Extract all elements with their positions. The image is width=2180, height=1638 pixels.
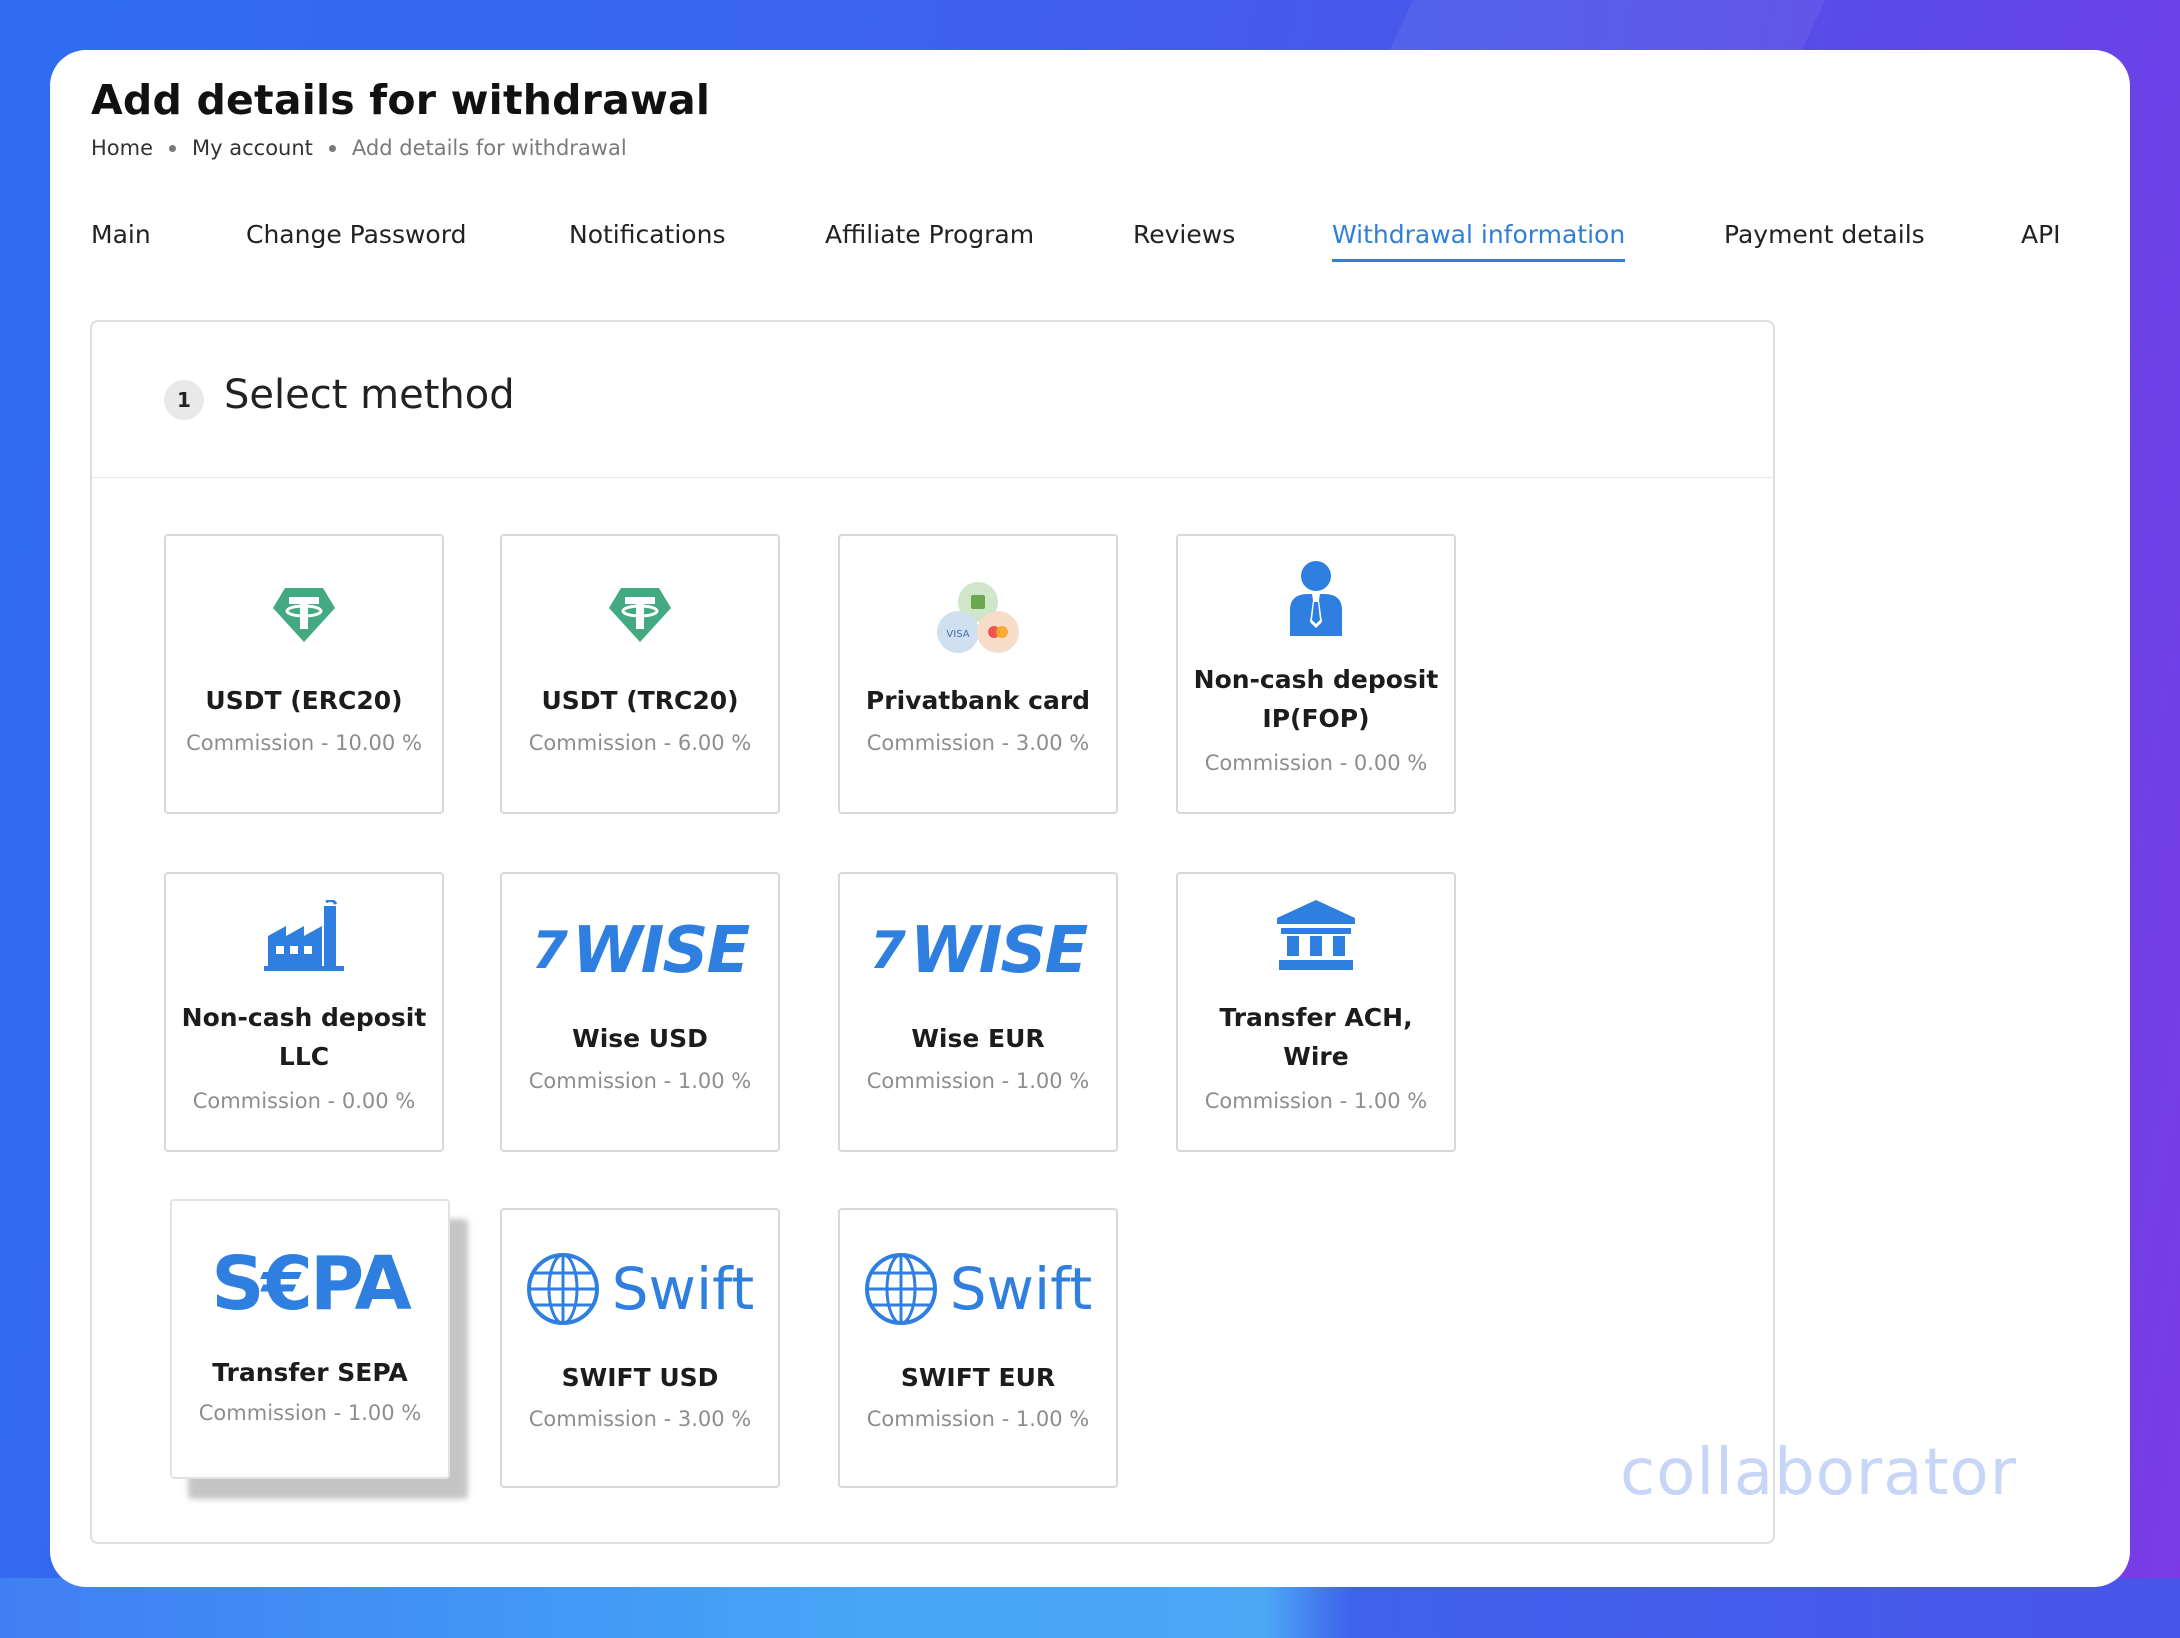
wise-logo-icon: 7 WISE bbox=[531, 914, 750, 988]
breadcrumb-home[interactable]: Home bbox=[91, 136, 153, 160]
swift-logo-icon: Swift bbox=[840, 1252, 1116, 1326]
tab-affiliate-program[interactable]: Affiliate Program bbox=[825, 220, 1034, 259]
method-label: Wise EUR bbox=[911, 1024, 1045, 1053]
method-label-line2: LLC bbox=[278, 1042, 330, 1071]
wise-logo-icon: 7 WISE bbox=[869, 914, 1088, 988]
tether-icon bbox=[166, 584, 442, 646]
method-label: USDT (TRC20) bbox=[541, 686, 739, 715]
method-tile-transfer-sepa[interactable]: S€PA Transfer SEPA Commission - 1.00 % bbox=[170, 1199, 450, 1479]
method-tile-wise-eur[interactable]: 7 WISE Wise EUR Commission - 1.00 % bbox=[838, 872, 1118, 1152]
method-label: Privatbank card bbox=[865, 686, 1091, 715]
svg-text:VISA: VISA bbox=[946, 629, 969, 640]
tab-reviews[interactable]: Reviews bbox=[1133, 220, 1235, 259]
method-commission: Commission - 6.00 % bbox=[528, 731, 752, 755]
method-tile-transfer-ach-wire[interactable]: Transfer ACH, Wire Commission - 1.00 % bbox=[1176, 872, 1456, 1152]
page-title: Add details for withdrawal bbox=[91, 76, 711, 124]
method-commission: Commission - 1.00 % bbox=[866, 1407, 1090, 1431]
method-commission: Commission - 0.00 % bbox=[192, 1089, 416, 1113]
method-label: SWIFT USD bbox=[561, 1363, 719, 1392]
breadcrumb: Home My account Add details for withdraw… bbox=[91, 136, 627, 160]
method-label: Non-cash deposit LLC bbox=[176, 998, 432, 1076]
method-commission: Commission - 3.00 % bbox=[866, 731, 1090, 755]
breadcrumb-separator bbox=[169, 144, 177, 152]
tab-main[interactable]: Main bbox=[91, 220, 151, 259]
step-title: Select method bbox=[224, 372, 515, 418]
method-commission: Commission - 0.00 % bbox=[1204, 751, 1428, 775]
method-label: Non-cash deposit IP(FOP) bbox=[1188, 660, 1444, 738]
method-label: Wise USD bbox=[572, 1024, 708, 1053]
breadcrumb-current: Add details for withdrawal bbox=[351, 136, 627, 160]
select-method-panel: 1 Select method USDT (ERC20) Commission … bbox=[90, 320, 1775, 1544]
method-tile-usdt-erc20[interactable]: USDT (ERC20) Commission - 10.00 % bbox=[164, 534, 444, 814]
swift-logo-icon: Swift bbox=[502, 1252, 778, 1326]
tab-api[interactable]: API bbox=[2021, 220, 2061, 259]
account-tabs: Main Change Password Notifications Affil… bbox=[91, 220, 2111, 270]
bank-icon bbox=[1178, 900, 1454, 970]
method-tile-usdt-trc20[interactable]: USDT (TRC20) Commission - 6.00 % bbox=[500, 534, 780, 814]
method-tile-swift-usd[interactable]: Swift SWIFT USD Commission - 3.00 % bbox=[500, 1208, 780, 1488]
breadcrumb-my-account[interactable]: My account bbox=[192, 136, 313, 160]
method-tile-wise-usd[interactable]: 7 WISE Wise USD Commission - 1.00 % bbox=[500, 872, 780, 1152]
background-bottom-band bbox=[0, 1578, 2180, 1638]
method-commission: Commission - 1.00 % bbox=[866, 1069, 1090, 1093]
step-number-badge: 1 bbox=[164, 380, 204, 420]
method-tile-non-cash-ip-fop[interactable]: Non-cash deposit IP(FOP) Commission - 0.… bbox=[1176, 534, 1456, 814]
method-label-line1: Non-cash deposit bbox=[181, 1003, 427, 1032]
main-card: Add details for withdrawal Home My accou… bbox=[50, 50, 2130, 1587]
method-commission: Commission - 1.00 % bbox=[528, 1069, 752, 1093]
sepa-logo-icon: S€PA bbox=[211, 1241, 411, 1327]
method-label-line1: Transfer ACH, bbox=[1219, 1003, 1413, 1032]
method-commission: Commission - 1.00 % bbox=[198, 1401, 422, 1425]
method-label-line1: Non-cash deposit bbox=[1193, 665, 1439, 694]
factory-icon bbox=[166, 900, 442, 972]
method-label: SWIFT EUR bbox=[900, 1363, 1056, 1392]
card-icon: VISA bbox=[840, 580, 1116, 656]
method-label: USDT (ERC20) bbox=[205, 686, 403, 715]
panel-header: 1 Select method bbox=[92, 322, 1773, 478]
tab-notifications[interactable]: Notifications bbox=[569, 220, 725, 259]
method-tile-swift-eur[interactable]: Swift SWIFT EUR Commission - 1.00 % bbox=[838, 1208, 1118, 1488]
globe-icon bbox=[864, 1253, 937, 1325]
method-commission: Commission - 10.00 % bbox=[186, 731, 422, 755]
tab-withdrawal-information[interactable]: Withdrawal information bbox=[1332, 220, 1626, 262]
method-label: Transfer ACH, Wire bbox=[1188, 998, 1444, 1076]
method-label-line2: Wire bbox=[1283, 1042, 1349, 1071]
method-label: Transfer SEPA bbox=[212, 1358, 408, 1387]
method-label-line2: IP(FOP) bbox=[1262, 704, 1370, 733]
tab-change-password[interactable]: Change Password bbox=[246, 220, 466, 259]
person-icon bbox=[1178, 560, 1454, 636]
method-tile-non-cash-llc[interactable]: Non-cash deposit LLC Commission - 0.00 % bbox=[164, 872, 444, 1152]
globe-icon bbox=[526, 1253, 599, 1325]
tether-icon bbox=[502, 584, 778, 646]
method-tile-privatbank-card[interactable]: VISA Privatbank card Commission - 3.00 % bbox=[838, 534, 1118, 814]
breadcrumb-separator bbox=[328, 144, 336, 152]
collaborator-watermark: collaborator bbox=[1620, 1436, 2017, 1510]
method-commission: Commission - 1.00 % bbox=[1204, 1089, 1428, 1113]
method-commission: Commission - 3.00 % bbox=[528, 1407, 752, 1431]
tab-payment-details[interactable]: Payment details bbox=[1724, 220, 1925, 259]
